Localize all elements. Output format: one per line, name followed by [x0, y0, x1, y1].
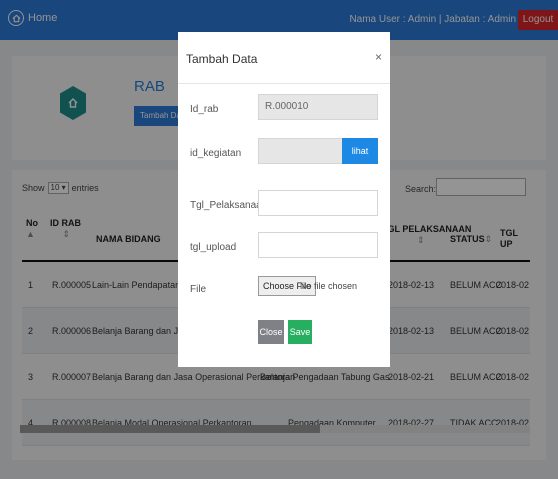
id-rab-label: Id_rab — [190, 104, 219, 115]
add-data-modal: Tambah Data × Id_rab R.000010 id_kegiata… — [178, 32, 390, 367]
id-kegiatan-label: id_kegiatan — [190, 148, 242, 159]
modal-title: Tambah Data — [186, 52, 258, 66]
lihat-data-button[interactable]: lihat Data — [342, 138, 378, 182]
tgl-pelaksanaan-field[interactable] — [258, 190, 378, 216]
save-button[interactable]: Save — [288, 320, 312, 344]
file-label: File — [190, 284, 207, 295]
tgl-pelaksanaan-label: Tgl_Pelaksanaan — [190, 200, 268, 211]
id-kegiatan-field[interactable] — [258, 138, 344, 164]
file-status: No file chosen — [300, 281, 358, 291]
modal-header: Tambah Data × — [178, 32, 390, 84]
tgl-upload-field[interactable] — [258, 232, 378, 258]
tgl-upload-label: tgl_upload — [190, 242, 237, 253]
id-rab-field[interactable]: R.000010 — [258, 94, 378, 120]
close-button[interactable]: Close — [258, 320, 284, 344]
close-icon[interactable]: × — [375, 50, 382, 64]
